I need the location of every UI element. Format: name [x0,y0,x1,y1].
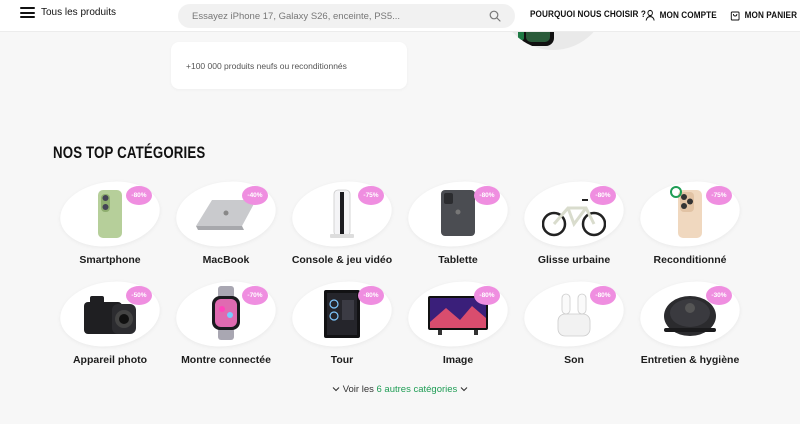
category-bubble: -80% [404,275,512,353]
all-products-menu-button[interactable]: Tous les produits [20,7,116,18]
category-bubble: -80% [404,175,512,253]
discount-badge: -80% [590,186,616,205]
promo-text: +100 000 produits neufs ou reconditionné… [186,60,347,71]
category-tower[interactable]: -80% Tour [287,275,397,366]
why-choose-us-label: POURQUOI NOUS CHOISIR ? [530,9,646,20]
promo-card: +100 000 produits neufs ou reconditionné… [171,42,407,89]
category-console[interactable]: -75% Console & jeu vidéo [287,175,397,266]
all-products-label: Tous les produits [41,7,117,18]
category-label: Appareil photo [72,354,148,366]
category-bubble: -50% [56,275,164,353]
category-label: Image [442,354,474,366]
category-bubble: -80% [520,175,628,253]
category-label: Reconditionné [653,254,727,266]
discount-badge: -80% [126,186,152,205]
my-cart-link[interactable]: MON PANIER [730,9,797,21]
category-bubble: -80% [288,275,396,353]
discount-badge: -80% [358,286,384,305]
see-more-count: 6 autres catégories [376,384,458,395]
category-camera[interactable]: -50% Appareil photo [55,275,165,366]
chevron-down-icon [460,387,468,392]
category-image[interactable]: -80% Image [403,275,513,366]
discount-badge: -80% [590,286,616,305]
my-cart-label: MON PANIER [744,9,798,21]
chevron-down-icon [332,387,340,392]
category-bubble: -75% [636,175,744,253]
discount-badge: -50% [126,286,152,305]
user-icon [645,9,655,21]
cart-bag-icon [730,11,740,21]
why-choose-us-link[interactable]: POURQUOI NOUS CHOISIR ? [530,9,646,20]
category-refurbished[interactable]: -75% Reconditionné [635,175,745,266]
category-label: Entretien & hygiène [640,354,740,366]
discount-badge: -40% [242,186,268,205]
category-label: Tour [330,354,354,366]
category-tablet[interactable]: -80% Tablette [403,175,513,266]
category-bubble: -70% [172,275,280,353]
category-urban-mobility[interactable]: -80% Glisse urbaine [519,175,629,266]
category-label: MacBook [202,254,250,266]
category-bubble: -80% [520,275,628,353]
my-account-label: MON COMPTE [659,9,717,21]
category-macbook[interactable]: -40% MacBook [171,175,281,266]
category-label: Glisse urbaine [537,254,611,266]
section-title: NOS TOP CATÉGORIES [53,143,206,162]
category-bubble: -40% [172,175,280,253]
discount-badge: -80% [474,186,500,205]
discount-badge: -75% [706,186,732,205]
discount-badge: -75% [358,186,384,205]
category-label: Montre connectée [181,354,271,366]
category-smartphone[interactable]: -80% Smartphone [55,175,165,266]
category-label: Console & jeu vidéo [291,254,393,266]
see-more-prefix: Voir les [342,384,374,395]
category-label: Tablette [438,254,478,266]
category-smartwatch[interactable]: -70% Montre connectée [171,275,281,366]
category-label: Son [564,354,584,366]
discount-badge: -80% [474,286,500,305]
site-header: Tous les produits POURQUOI NOUS CHOISIR … [0,0,800,32]
search-input[interactable] [192,10,472,22]
category-cleaning-hygiene[interactable]: -30% Entretien & hygiène [635,275,745,366]
category-bubble: -75% [288,175,396,253]
category-bubble: -80% [56,175,164,253]
hamburger-icon [20,7,35,18]
discount-badge: -30% [706,286,732,305]
category-bubble: -30% [636,275,744,353]
category-label: Smartphone [79,254,141,266]
see-more-categories-button[interactable]: Voir les 6 autres catégories [0,384,800,395]
category-sound[interactable]: -80% Son [519,275,629,366]
search-bar [178,4,515,28]
search-icon[interactable] [489,10,501,22]
discount-badge: -70% [242,286,268,305]
my-account-link[interactable]: MON COMPTE [645,9,717,21]
